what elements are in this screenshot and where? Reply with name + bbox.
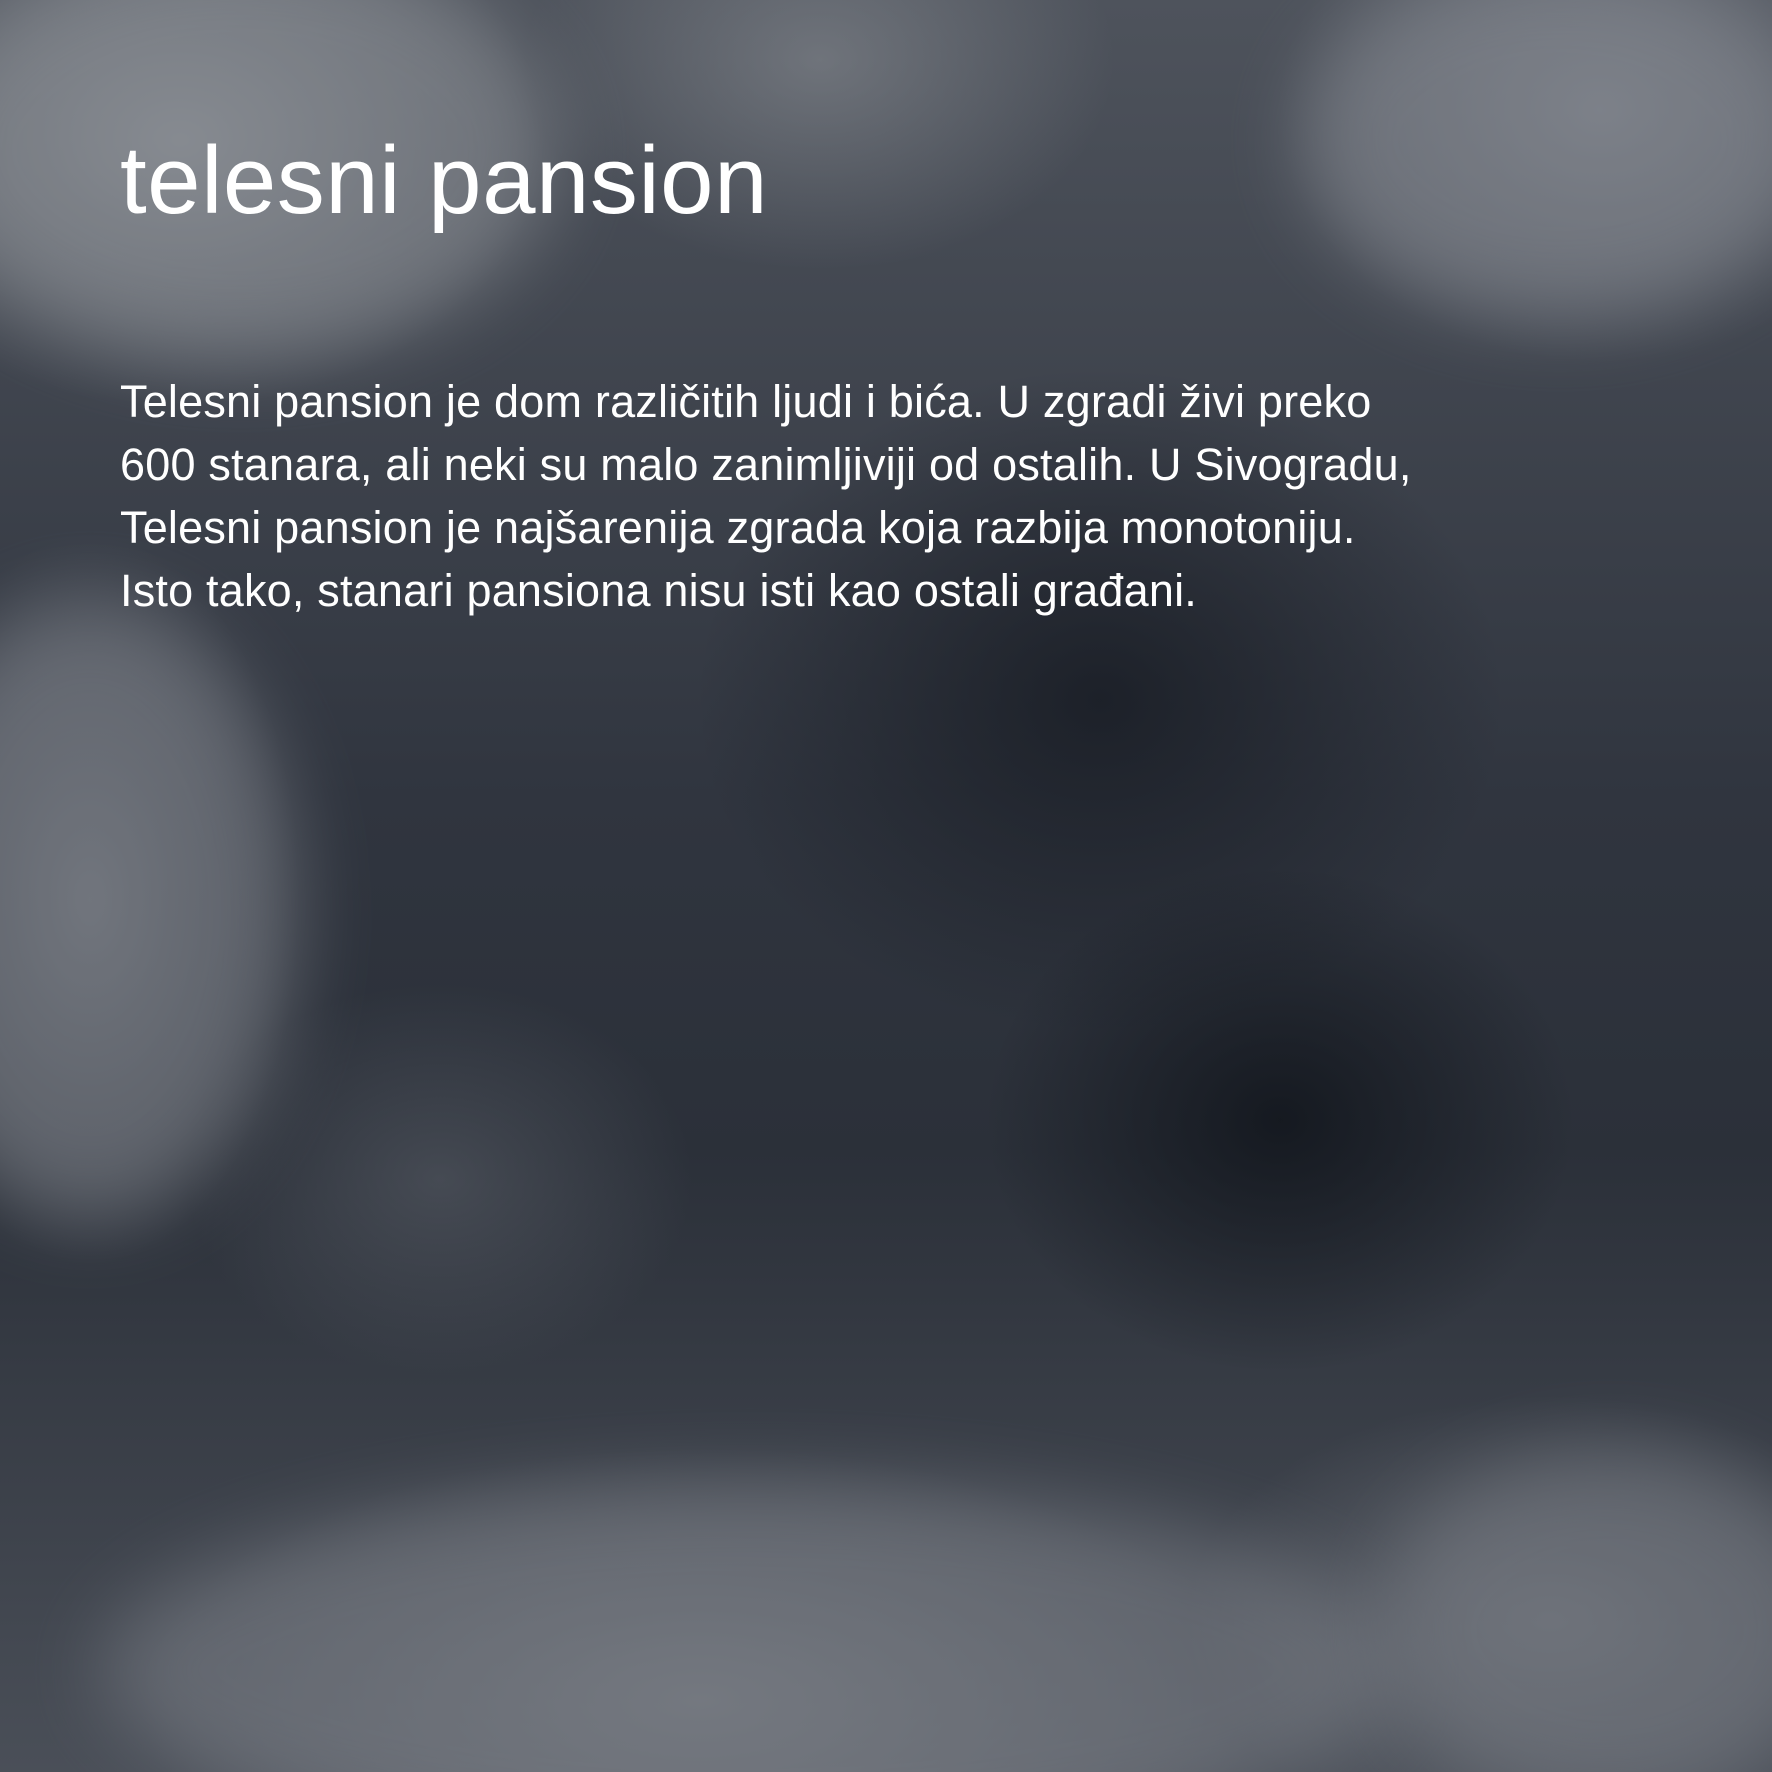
cloudy-sky-background: [0, 0, 1772, 1772]
cloud-bottom-right: [1380, 1450, 1772, 1772]
paragraph-line-2: 600 stanara, ali neki su malo zanimljivi…: [120, 439, 1412, 490]
paragraph-line-1: Telesni pansion je dom različitih ljudi …: [120, 376, 1372, 427]
paragraph-line-4: Isto tako, stanari pansiona nisu isti ka…: [120, 565, 1198, 616]
cloud-left-side: [0, 600, 300, 1220]
cloud-top-right: [1300, 0, 1772, 320]
cloud-bottom: [100, 1480, 1400, 1772]
paragraph-line-3: Telesni pansion je najšarenija zgrada ko…: [120, 502, 1356, 553]
description-paragraph: Telesni pansion je dom različitih ljudi …: [120, 370, 1640, 622]
page-title: telesni pansion: [120, 127, 768, 234]
